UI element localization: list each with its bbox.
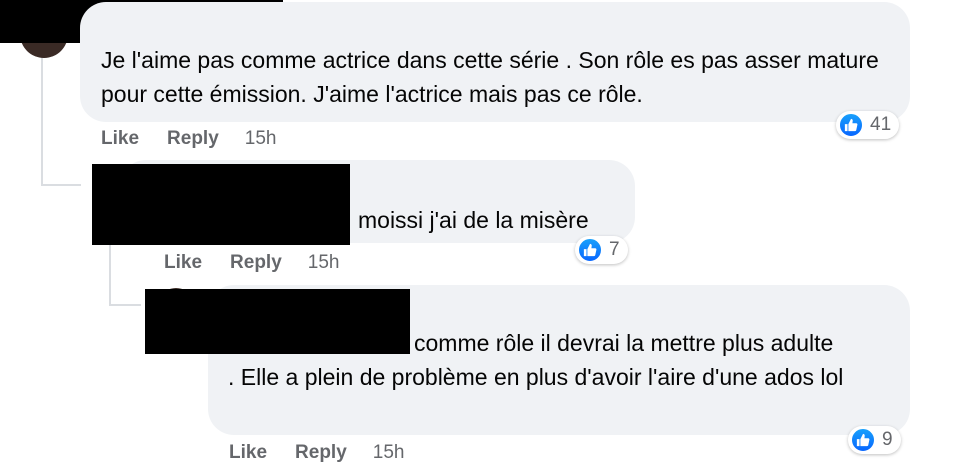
reaction-badge[interactable]: 41 [836, 111, 900, 139]
like-button[interactable]: Like [229, 442, 267, 464]
reply-button[interactable]: Reply [167, 128, 219, 150]
comment-text: comme rôle il devrai la mettre plus adul… [414, 330, 834, 356]
reaction-count: 7 [609, 239, 620, 260]
reply-button[interactable]: Reply [230, 252, 282, 274]
like-button[interactable]: Like [101, 128, 139, 150]
reaction-badge[interactable]: 7 [575, 236, 628, 264]
comment-bubble: Je l'aime pas comme actrice dans cette s… [80, 2, 910, 122]
thread-line [41, 184, 81, 186]
timestamp[interactable]: 15h [373, 442, 405, 464]
thread-line [109, 240, 111, 304]
like-thumb-icon [838, 112, 864, 138]
comment-actions: Like Reply 15h [229, 442, 404, 464]
comment-actions: Like Reply 15h [164, 252, 339, 274]
comment-text: moissi j'ai de la misère [358, 207, 589, 233]
redacted-name [145, 289, 410, 354]
comment-actions: Like Reply 15h [101, 128, 276, 150]
like-button[interactable]: Like [164, 252, 202, 274]
reply-button[interactable]: Reply [295, 442, 347, 464]
timestamp[interactable]: 15h [308, 252, 340, 274]
reaction-count: 9 [882, 429, 893, 450]
like-thumb-icon [850, 427, 876, 453]
reaction-count: 41 [870, 114, 892, 135]
comment-text: . Elle a plein de problème en plus d'avo… [228, 364, 844, 390]
redacted-name [92, 164, 350, 245]
timestamp[interactable]: 15h [245, 128, 277, 150]
thread-line [109, 304, 141, 306]
like-thumb-icon [577, 237, 603, 263]
reaction-badge[interactable]: 9 [848, 426, 901, 454]
comment-text: Je l'aime pas comme actrice dans cette s… [101, 47, 879, 107]
thread-line [41, 52, 43, 184]
